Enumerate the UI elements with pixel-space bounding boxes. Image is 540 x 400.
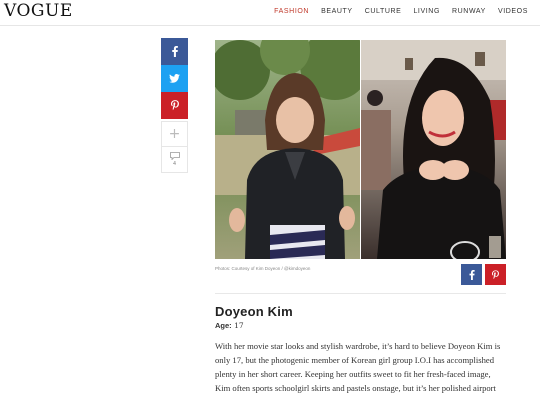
pinterest-icon — [170, 100, 179, 111]
left-photo — [215, 40, 370, 259]
nav-runway[interactable]: RUNWAY — [452, 8, 486, 15]
twitter-icon — [169, 74, 180, 83]
profile-name: Doyeon Kim — [215, 304, 293, 319]
more-share-button[interactable]: + — [161, 121, 188, 147]
body-line: plenty in her short career. Keeping her … — [215, 369, 491, 379]
vogue-logo[interactable]: VOGUE — [4, 1, 73, 21]
age-label: Age: — [215, 321, 232, 330]
nav-videos[interactable]: VIDEOS — [498, 8, 528, 15]
pinterest-share-button[interactable] — [161, 92, 188, 119]
nav-fashion[interactable]: FASHION — [274, 8, 309, 15]
facebook-share-button[interactable] — [161, 38, 188, 65]
photo-credit: Photos: Courtesy of Kim Doyeon / @kimdoy… — [215, 266, 311, 271]
profile-age: Age: 17 — [215, 321, 244, 330]
age-value: 17 — [234, 321, 244, 330]
facebook-icon — [171, 46, 178, 57]
article-photo[interactable] — [215, 40, 506, 259]
share-rail: + 4 — [161, 38, 188, 173]
body-line: only 17, but the photogenic member of Ko… — [215, 355, 494, 365]
nav-living[interactable]: LIVING — [413, 8, 440, 15]
section-divider — [215, 293, 506, 294]
comment-count: 4 — [173, 161, 176, 167]
body-line: Kim often sports schoolgirl skirts and p… — [215, 383, 496, 393]
facebook-icon — [469, 269, 475, 280]
photo-facebook-share-button[interactable] — [461, 264, 482, 285]
twitter-share-button[interactable] — [161, 65, 188, 92]
plus-icon: + — [168, 126, 181, 142]
comment-icon — [169, 152, 180, 160]
nav-beauty[interactable]: BEAUTY — [321, 8, 353, 15]
pinterest-icon — [492, 269, 499, 279]
body-line: With her movie star looks and stylish wa… — [215, 341, 501, 351]
comments-button[interactable]: 4 — [161, 147, 188, 173]
nav-culture[interactable]: CULTURE — [365, 8, 402, 15]
right-photo — [361, 40, 506, 259]
article-body: With her movie star looks and stylish wa… — [215, 339, 507, 395]
main-nav: FASHION BEAUTY CULTURE LIVING RUNWAY VID… — [274, 8, 528, 15]
site-header: VOGUE FASHION BEAUTY CULTURE LIVING RUNW… — [0, 0, 540, 26]
photo-pinterest-share-button[interactable] — [485, 264, 506, 285]
